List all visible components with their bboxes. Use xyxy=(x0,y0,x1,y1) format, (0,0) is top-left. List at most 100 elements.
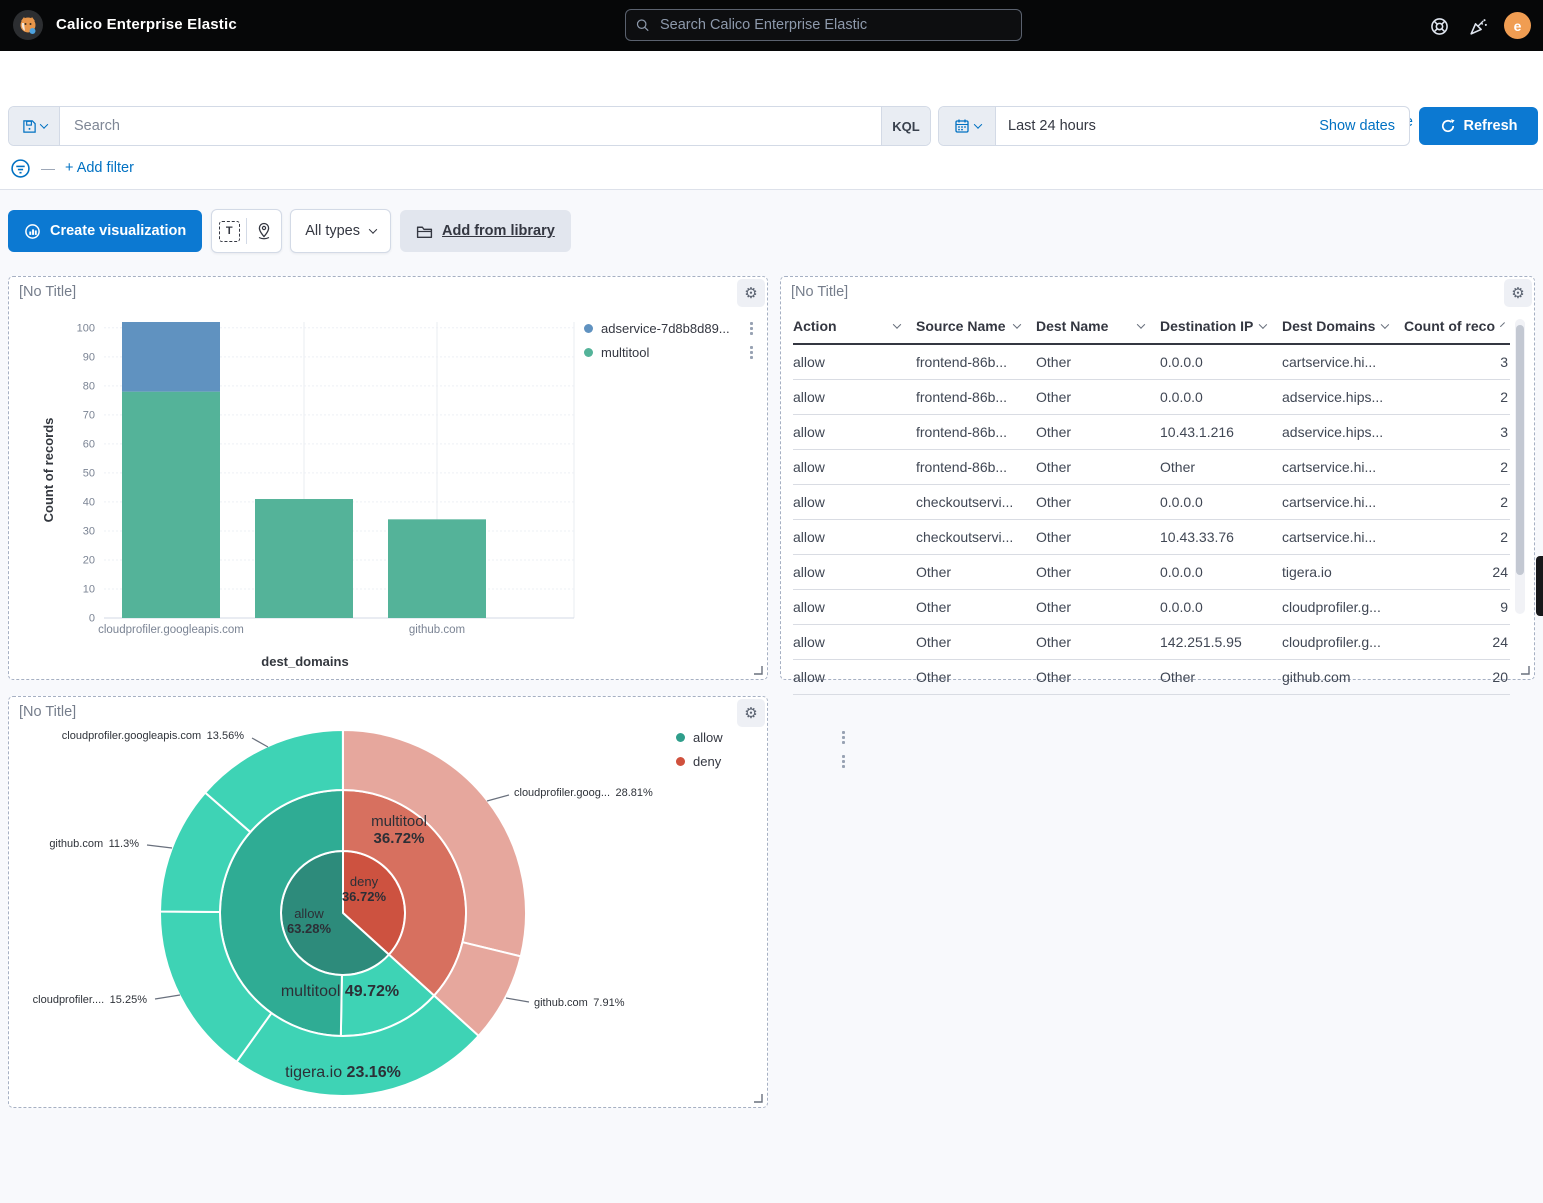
resize-handle[interactable] xyxy=(753,665,763,675)
calendar-menu-button[interactable] xyxy=(939,107,996,145)
table-cell: adservice.hips... xyxy=(1282,424,1404,440)
table-cell: Other xyxy=(1036,494,1160,510)
table-row: allowOtherOther0.0.0.0tigera.io24 xyxy=(793,555,1510,590)
legend-item[interactable]: multitool xyxy=(584,345,756,360)
resize-handle[interactable] xyxy=(1520,665,1530,675)
table-scrollbar xyxy=(1515,319,1525,614)
add-text-button[interactable]: T xyxy=(212,210,246,252)
table-row: allowfrontend-86b...OtherOthercartservic… xyxy=(793,450,1510,485)
table-cell: 24 xyxy=(1404,564,1510,580)
svg-text:90: 90 xyxy=(83,351,95,363)
column-header[interactable]: Source Name xyxy=(916,318,1036,334)
table-cell: allow xyxy=(793,634,916,650)
saved-query-menu-button[interactable] xyxy=(9,107,60,145)
text-annotation-icon: T xyxy=(219,221,240,242)
table-cell: Other xyxy=(1036,354,1160,370)
table-cell: Other xyxy=(1036,634,1160,650)
date-picker: Last 24 hours Show dates xyxy=(938,106,1410,146)
show-dates-button[interactable]: Show dates xyxy=(1305,107,1409,145)
legend-dot-icon xyxy=(584,324,593,333)
legend-label: multitool xyxy=(601,345,746,360)
table-header-row: ActionSource NameDest NameDestination IP… xyxy=(793,309,1510,345)
table-cell: frontend-86b... xyxy=(916,354,1036,370)
legend-item-menu-icon[interactable] xyxy=(838,755,848,768)
table-cell: adservice.hips... xyxy=(1282,389,1404,405)
legend-dot-icon xyxy=(676,733,685,742)
legend-item[interactable]: deny xyxy=(676,754,848,769)
table-cell: github.com xyxy=(1282,669,1404,685)
table-cell: frontend-86b... xyxy=(916,459,1036,475)
help-icon[interactable] xyxy=(1427,14,1451,38)
newsfeed-icon[interactable] xyxy=(1466,14,1490,38)
map-pin-icon xyxy=(255,222,273,240)
add-map-button[interactable] xyxy=(247,210,281,252)
svg-text:70: 70 xyxy=(83,409,95,421)
svg-text:10: 10 xyxy=(83,583,95,595)
legend-item-menu-icon[interactable] xyxy=(746,346,756,359)
query-bar: KQL xyxy=(8,106,931,146)
column-header[interactable]: Dest Domains xyxy=(1282,318,1404,334)
add-filter-button[interactable]: + Add filter xyxy=(65,160,134,176)
svg-text:Count of records: Count of records xyxy=(41,418,56,523)
chevron-down-icon xyxy=(1381,320,1389,328)
table-cell: allow xyxy=(793,599,916,615)
table-row: allowfrontend-86b...Other0.0.0.0adservic… xyxy=(793,380,1510,415)
floppy-icon xyxy=(22,119,37,134)
gear-icon[interactable]: ⚙ xyxy=(1504,279,1532,307)
svg-text:100: 100 xyxy=(77,322,95,334)
column-header[interactable]: Destination IP xyxy=(1160,318,1282,334)
table-cell: Other xyxy=(1160,459,1282,475)
legend-item[interactable]: adservice-7d8b8d89... xyxy=(584,321,756,336)
svg-text:30: 30 xyxy=(83,525,95,537)
chevron-down-icon xyxy=(369,225,377,233)
chevron-down-icon xyxy=(1013,320,1021,328)
legend-item-menu-icon[interactable] xyxy=(838,731,848,744)
lens-icon xyxy=(24,223,41,240)
all-types-dropdown[interactable]: All types xyxy=(290,209,391,253)
sunburst-panel: [No Title] ⚙ deny36.72%allow63.28%multit… xyxy=(8,696,768,1108)
table-cell: 142.251.5.95 xyxy=(1160,634,1282,650)
filter-icon[interactable] xyxy=(10,158,31,179)
table-cell: cartservice.hi... xyxy=(1282,494,1404,510)
table-scrollbar-thumb[interactable] xyxy=(1516,325,1524,575)
kql-language-button[interactable]: KQL xyxy=(881,107,930,145)
legend-dot-icon xyxy=(676,757,685,766)
time-range-value[interactable]: Last 24 hours xyxy=(996,107,1305,145)
table-cell: allow xyxy=(793,389,916,405)
column-header[interactable]: Action xyxy=(793,318,916,334)
table-cell: allow xyxy=(793,494,916,510)
table-cell: 24 xyxy=(1404,634,1510,650)
panel-title: [No Title] xyxy=(791,284,848,300)
table-cell: 3 xyxy=(1404,354,1510,370)
table-cell: 2 xyxy=(1404,459,1510,475)
top-header-bar: Calico Enterprise Elastic e xyxy=(0,0,1543,51)
column-header[interactable]: Dest Name xyxy=(1036,318,1160,334)
column-header[interactable]: Count of reco xyxy=(1404,318,1510,334)
table-cell: tigera.io xyxy=(1282,564,1404,580)
page: Calico Enterprise Elastic e D Dashboard … xyxy=(0,0,1543,1203)
refresh-button[interactable]: Refresh xyxy=(1419,107,1538,145)
table-row: allowfrontend-86b...Other0.0.0.0cartserv… xyxy=(793,345,1510,380)
table-cell: allow xyxy=(793,354,916,370)
global-search[interactable] xyxy=(625,9,1022,41)
table-cell: 20 xyxy=(1404,669,1510,685)
create-visualization-button[interactable]: Create visualization xyxy=(8,210,202,252)
table-cell: 0.0.0.0 xyxy=(1160,599,1282,615)
app-title: Calico Enterprise Elastic xyxy=(56,16,237,33)
legend-item[interactable]: allow xyxy=(676,730,848,745)
page-scrollbar-thumb[interactable] xyxy=(1536,556,1543,616)
table-row: allowOtherOtherOthergithub.com20 xyxy=(793,660,1510,695)
legend-item-menu-icon[interactable] xyxy=(746,322,756,335)
user-avatar[interactable]: e xyxy=(1504,12,1531,39)
resize-handle[interactable] xyxy=(753,1093,763,1103)
filter-row: — + Add filter xyxy=(10,156,134,180)
calico-cat-logo-icon[interactable] xyxy=(13,10,43,40)
table-cell: 9 xyxy=(1404,599,1510,615)
add-from-library-button[interactable]: Add from library xyxy=(400,210,571,252)
table-cell: Other xyxy=(1036,389,1160,405)
table-cell: frontend-86b... xyxy=(916,389,1036,405)
kql-search-input[interactable] xyxy=(72,117,869,135)
global-search-input[interactable] xyxy=(658,16,1011,34)
table-cell: 0.0.0.0 xyxy=(1160,494,1282,510)
chevron-down-icon xyxy=(893,320,901,328)
